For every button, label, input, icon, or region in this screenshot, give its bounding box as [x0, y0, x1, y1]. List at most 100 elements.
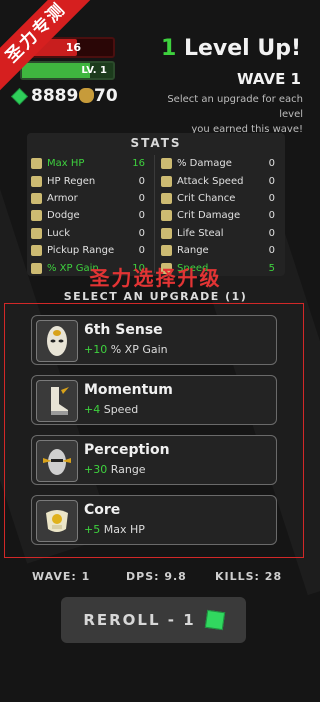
life-steal-icon [161, 227, 172, 239]
stat-value: 0 [138, 227, 145, 239]
upgrade-stat: Max HP [100, 523, 145, 536]
stat-label: HP Regen [47, 175, 96, 187]
stat-value: 0 [138, 210, 145, 222]
stat-value: 0 [138, 175, 145, 187]
stats-right-column: % Damage 0 Attack Speed 0 Crit Chance 0 Crit D… [157, 155, 281, 277]
dodge-icon [31, 210, 42, 222]
armor-icon [31, 192, 42, 204]
stat-label: Max HP [47, 158, 85, 170]
stat-label: Crit Damage [177, 210, 241, 222]
chest-armor-icon [36, 500, 78, 542]
run-summary-bar: WAVE: 1 DPS: 9.8 KILLS: 28 [0, 570, 311, 586]
stat-label: Range [177, 245, 209, 257]
upgrade-hint-line: Select an upgrade for each level [167, 94, 303, 120]
stat-value: 0 [268, 245, 275, 257]
stat-label: Crit Chance [177, 192, 236, 204]
currency-display: 8889 [11, 85, 79, 107]
upgrade-amount: +5 [84, 523, 101, 536]
gem-count: 8889 [31, 86, 79, 106]
stat-row: Pickup Range 0 [27, 242, 151, 259]
hp-regen-icon [31, 175, 42, 187]
max-hp-icon [31, 158, 42, 170]
upgrade-card-core[interactable]: Core +5 Max HP [31, 495, 277, 545]
wave-label: WAVE 1 [237, 70, 301, 88]
upgrade-stat: Speed [100, 403, 139, 416]
health-value: 16 [65, 41, 81, 54]
upgrade-hint: Select an upgrade for each level you ear… [153, 92, 303, 137]
face-icon [36, 440, 78, 482]
stat-row: HP Regen 0 [27, 172, 151, 189]
stat-row: Armor 0 [27, 190, 151, 207]
stat-value: 16 [132, 158, 145, 170]
upgrade-section-title: SELECT AN UPGRADE (1) [63, 290, 248, 303]
stat-label: Attack Speed [177, 175, 244, 187]
mask-icon [36, 320, 78, 362]
stat-label: % Damage [177, 158, 232, 170]
pickup-range-icon [31, 245, 42, 257]
level-up-title: 1 Level Up! [161, 36, 301, 61]
stat-label: Luck [47, 227, 71, 239]
crit-damage-icon [161, 210, 172, 222]
reroll-label: REROLL - 1 [83, 611, 196, 629]
upgrade-card-6th-sense[interactable]: 6th Sense +10 % XP Gain [31, 315, 277, 365]
stat-value: 0 [268, 175, 275, 187]
upgrade-title: 6th Sense [84, 322, 163, 338]
luck-icon [31, 227, 42, 239]
attack-speed-icon [161, 175, 172, 187]
stat-row: Life Steal 0 [157, 225, 281, 242]
gold-bag-icon [79, 88, 94, 103]
boot-icon [36, 380, 78, 422]
stat-value: 0 [268, 227, 275, 239]
gold-count: 70 [94, 86, 118, 106]
stat-row: Crit Damage 0 [157, 207, 281, 224]
stats-title: STATS [130, 136, 182, 150]
stat-row: Attack Speed 0 [157, 172, 281, 189]
stat-row: Crit Chance 0 [157, 190, 281, 207]
upgrade-description: +10 % XP Gain [84, 343, 168, 356]
dps-counter: DPS: 9.8 [126, 570, 187, 583]
stat-row: Luck 0 [27, 225, 151, 242]
stat-label: Armor [47, 192, 78, 204]
stats-left-column: Max HP 16 HP Regen 0 Armor 0 Dodge 0 Luck 0 Pickup… [27, 155, 151, 277]
stat-label: Pickup Range [47, 245, 115, 257]
stat-row: Dodge 0 [27, 207, 151, 224]
stat-value: 0 [268, 192, 275, 204]
upgrade-description: +5 Max HP [84, 523, 145, 536]
stats-divider [154, 155, 155, 273]
stat-value: 0 [268, 158, 275, 170]
stat-value: 0 [268, 210, 275, 222]
upgrade-amount: +10 [84, 343, 108, 356]
stats-panel: STATS Max HP 16 HP Regen 0 Armor 0 Dodge 0 Luck 0… [27, 133, 285, 276]
crit-chance-icon [161, 192, 172, 204]
stat-row: Max HP 16 [27, 155, 151, 172]
level-up-label: Level Up! [176, 36, 301, 61]
upgrade-card-perception[interactable]: Perception +30 Range [31, 435, 277, 485]
range-icon [161, 245, 172, 257]
damage-icon [161, 158, 172, 170]
gem-icon [204, 609, 225, 631]
xp-bar-fill [22, 63, 91, 78]
upgrade-title: Perception [84, 442, 170, 458]
stat-row: Range 0 [157, 242, 281, 259]
upgrade-card-momentum[interactable]: Momentum +4 Speed [31, 375, 277, 425]
kills-counter: KILLS: 28 [215, 570, 283, 583]
stat-row: % Damage 0 [157, 155, 281, 172]
reroll-button[interactable]: REROLL - 1 [61, 597, 246, 643]
overlay-caption: 圣力选择升级 [89, 266, 222, 290]
level-up-number: 1 [160, 36, 177, 61]
upgrade-title: Momentum [84, 382, 173, 398]
upgrade-stat: % XP Gain [107, 343, 168, 356]
gem-icon [11, 87, 28, 105]
stat-value: 0 [138, 192, 145, 204]
upgrade-amount: +4 [84, 403, 101, 416]
level-value: LV. 1 [81, 65, 107, 76]
stat-label: Dodge [47, 210, 80, 222]
upgrade-description: +4 Speed [84, 403, 138, 416]
stat-value: 0 [138, 245, 145, 257]
upgrade-description: +30 Range [84, 463, 146, 476]
upgrade-title: Core [84, 502, 121, 518]
xp-bar: LV. 1 [20, 61, 115, 80]
stat-label: Life Steal [177, 227, 224, 239]
wave-counter: WAVE: 1 [32, 570, 91, 583]
upgrade-stat: Range [107, 463, 146, 476]
